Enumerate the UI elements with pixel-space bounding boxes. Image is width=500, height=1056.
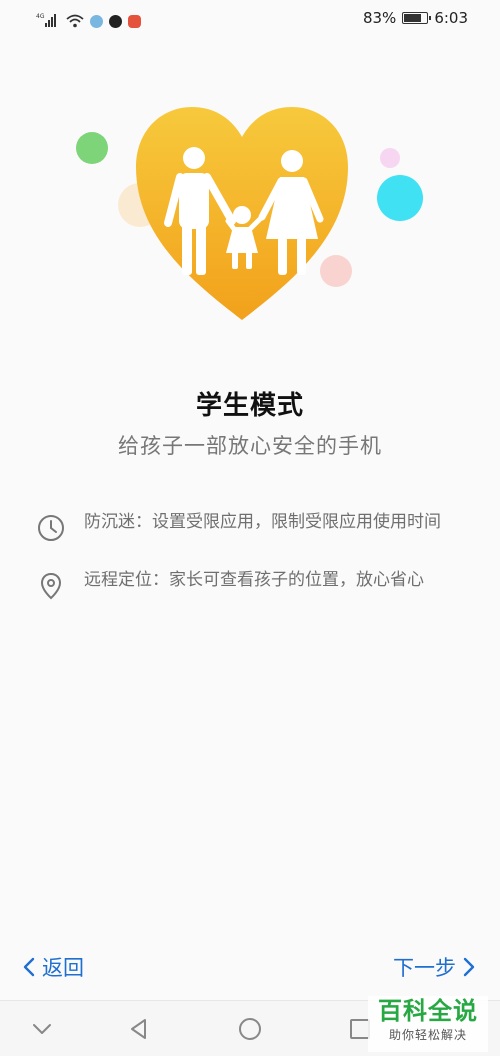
family-heart-illustration xyxy=(76,107,423,320)
status-icons-left: 4G xyxy=(36,10,141,28)
next-label: 下一步 xyxy=(393,956,456,980)
location-pin-icon xyxy=(40,572,62,600)
page-title: 学生模式 xyxy=(195,391,304,421)
chevron-left-icon xyxy=(23,957,35,977)
clock-icon xyxy=(38,515,64,541)
bubble-pink xyxy=(320,255,352,287)
status-bar: 4G 83% 6:03 xyxy=(0,0,500,40)
tiktok-icon xyxy=(109,15,122,28)
battery-icon xyxy=(402,12,432,24)
watermark-logo: 百科全说 助你轻松解决 xyxy=(368,996,488,1052)
nav-collapse-icon[interactable] xyxy=(28,1015,56,1043)
feature-item-remote-location: 远程定位：家长可查看孩子的位置，放心省心 xyxy=(36,568,466,601)
signal-icon: 4G xyxy=(36,13,56,27)
bubble-cyan xyxy=(377,175,423,221)
nav-back-icon[interactable] xyxy=(125,1015,153,1043)
app-icon-2 xyxy=(128,15,141,28)
bubble-green xyxy=(76,132,108,164)
status-icons-right: 83% 6:03 xyxy=(363,9,468,27)
feature-item-anti-addiction: 防沉迷：设置受限应用，限制受限应用使用时间 xyxy=(36,510,466,543)
back-button[interactable]: 返回 xyxy=(22,952,84,982)
chevron-right-icon xyxy=(463,957,475,977)
network-type: 4G xyxy=(36,13,45,20)
watermark-subtitle: 助你轻松解决 xyxy=(388,1028,467,1042)
feature-text: 远程定位：家长可查看孩子的位置，放心省心 xyxy=(84,570,424,590)
watermark-title: 百科全说 xyxy=(378,997,478,1025)
wifi-icon xyxy=(66,14,84,28)
page-subtitle: 给孩子一部放心安全的手机 xyxy=(118,434,382,458)
clock-time: 6:03 xyxy=(434,9,468,27)
battery-level xyxy=(404,14,422,22)
feature-text: 防沉迷：设置受限应用，限制受限应用使用时间 xyxy=(84,512,441,532)
bubble-pink-small xyxy=(380,148,400,168)
back-label: 返回 xyxy=(42,956,84,980)
app-icon-1 xyxy=(90,15,103,28)
battery-percent: 83% xyxy=(362,9,397,27)
nav-home-icon[interactable] xyxy=(236,1015,264,1043)
student-mode-screen: 4G 83% 6:03 学生模式 给孩子一部放心安全的手机 防沉迷：设置受限应用… xyxy=(0,0,500,1056)
next-step-button[interactable]: 下一步 xyxy=(393,952,476,982)
